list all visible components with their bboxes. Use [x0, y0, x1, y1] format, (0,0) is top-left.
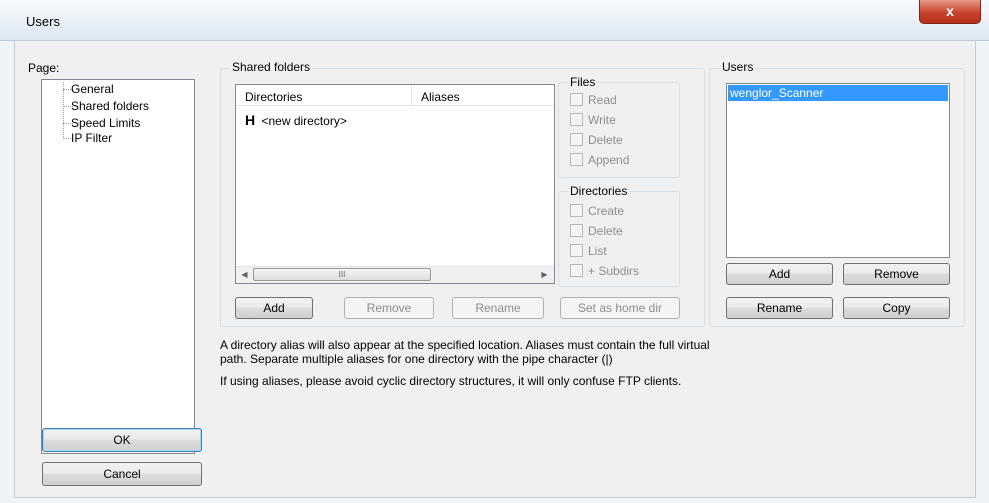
title-bar: Users x — [0, 0, 989, 41]
scroll-thumb[interactable]: III — [253, 268, 431, 281]
close-icon: x — [946, 3, 954, 19]
horizontal-scrollbar[interactable]: ◀ III ▶ — [236, 266, 554, 283]
delete-file-checkbox-label: Delete — [588, 132, 623, 147]
alias-info-line-2: path. Separate multiple aliases for one … — [220, 352, 613, 366]
list-checkbox-label: List — [588, 243, 607, 258]
append-checkbox[interactable]: Append — [570, 152, 629, 170]
tree-item-ip-filter[interactable]: IP Filter — [71, 131, 112, 145]
tree-item-shared-folders[interactable]: Shared folders — [71, 99, 149, 113]
scroll-right-icon[interactable]: ▶ — [536, 267, 553, 283]
files-label: Files — [568, 75, 598, 89]
column-header-directories[interactable]: Directories — [245, 90, 302, 104]
set-home-dir-button[interactable]: Set as home dir — [560, 297, 680, 319]
list-checkbox[interactable]: List — [570, 243, 607, 261]
scroll-grip-icon: III — [338, 270, 346, 279]
directories-label: Directories — [568, 184, 630, 198]
remove-directory-button[interactable]: Remove — [344, 297, 434, 319]
close-button[interactable]: x — [919, 0, 981, 24]
append-checkbox-label: Append — [588, 152, 630, 167]
rename-directory-button[interactable]: Rename — [452, 297, 544, 319]
list-header: Directories Aliases — [236, 85, 554, 106]
cancel-button[interactable]: Cancel — [42, 462, 202, 486]
dialog-client-area: Page: General Shared folders Speed Limit… — [14, 40, 976, 498]
alias-info-line-1: A directory alias will also appear at th… — [220, 338, 710, 352]
users-dialog: Users x Page: General Shared folders Spe… — [0, 0, 989, 503]
alias-info-line-3: If using aliases, please avoid cyclic di… — [220, 374, 682, 388]
write-checkbox-label: Write — [588, 112, 616, 127]
read-checkbox-label: Read — [588, 92, 617, 107]
subdirs-checkbox-label: + Subdirs — [588, 263, 640, 278]
window-title: Users — [26, 14, 60, 29]
page-label: Page: — [28, 61, 60, 75]
shared-folders-label: Shared folders — [230, 60, 313, 74]
subdirs-checkbox[interactable]: + Subdirs — [570, 263, 639, 281]
home-directory-icon: H — [245, 112, 256, 128]
add-directory-button[interactable]: Add — [235, 297, 313, 319]
table-row[interactable]: H <new directory> — [245, 112, 347, 128]
list-item[interactable]: wenglor_Scanner — [728, 85, 948, 101]
delete-file-checkbox[interactable]: Delete — [570, 132, 623, 150]
add-user-button[interactable]: Add — [726, 263, 833, 285]
write-checkbox[interactable]: Write — [570, 112, 616, 130]
column-header-aliases[interactable]: Aliases — [421, 90, 460, 104]
remove-user-button[interactable]: Remove — [843, 263, 950, 285]
read-checkbox[interactable]: Read — [570, 92, 617, 110]
users-label: Users — [720, 60, 756, 74]
tree-item-speed-limits[interactable]: Speed Limits — [71, 116, 140, 130]
column-divider — [411, 85, 412, 105]
copy-user-button[interactable]: Copy — [843, 297, 950, 319]
page-tree[interactable]: General Shared folders Speed Limits IP F… — [41, 79, 195, 454]
create-checkbox[interactable]: Create — [570, 203, 624, 221]
create-checkbox-label: Create — [588, 203, 625, 218]
delete-dir-checkbox-label: Delete — [588, 223, 623, 238]
tree-item-general[interactable]: General — [71, 82, 114, 96]
users-list[interactable]: wenglor_Scanner — [726, 83, 950, 258]
directories-list[interactable]: Directories Aliases H <new directory> ◀ … — [235, 84, 555, 284]
directory-name: <new directory> — [261, 114, 347, 128]
ok-button[interactable]: OK — [42, 428, 202, 452]
delete-dir-checkbox[interactable]: Delete — [570, 223, 623, 241]
scroll-left-icon[interactable]: ◀ — [236, 267, 253, 283]
tree-connector — [63, 82, 64, 137]
rename-user-button[interactable]: Rename — [726, 297, 833, 319]
